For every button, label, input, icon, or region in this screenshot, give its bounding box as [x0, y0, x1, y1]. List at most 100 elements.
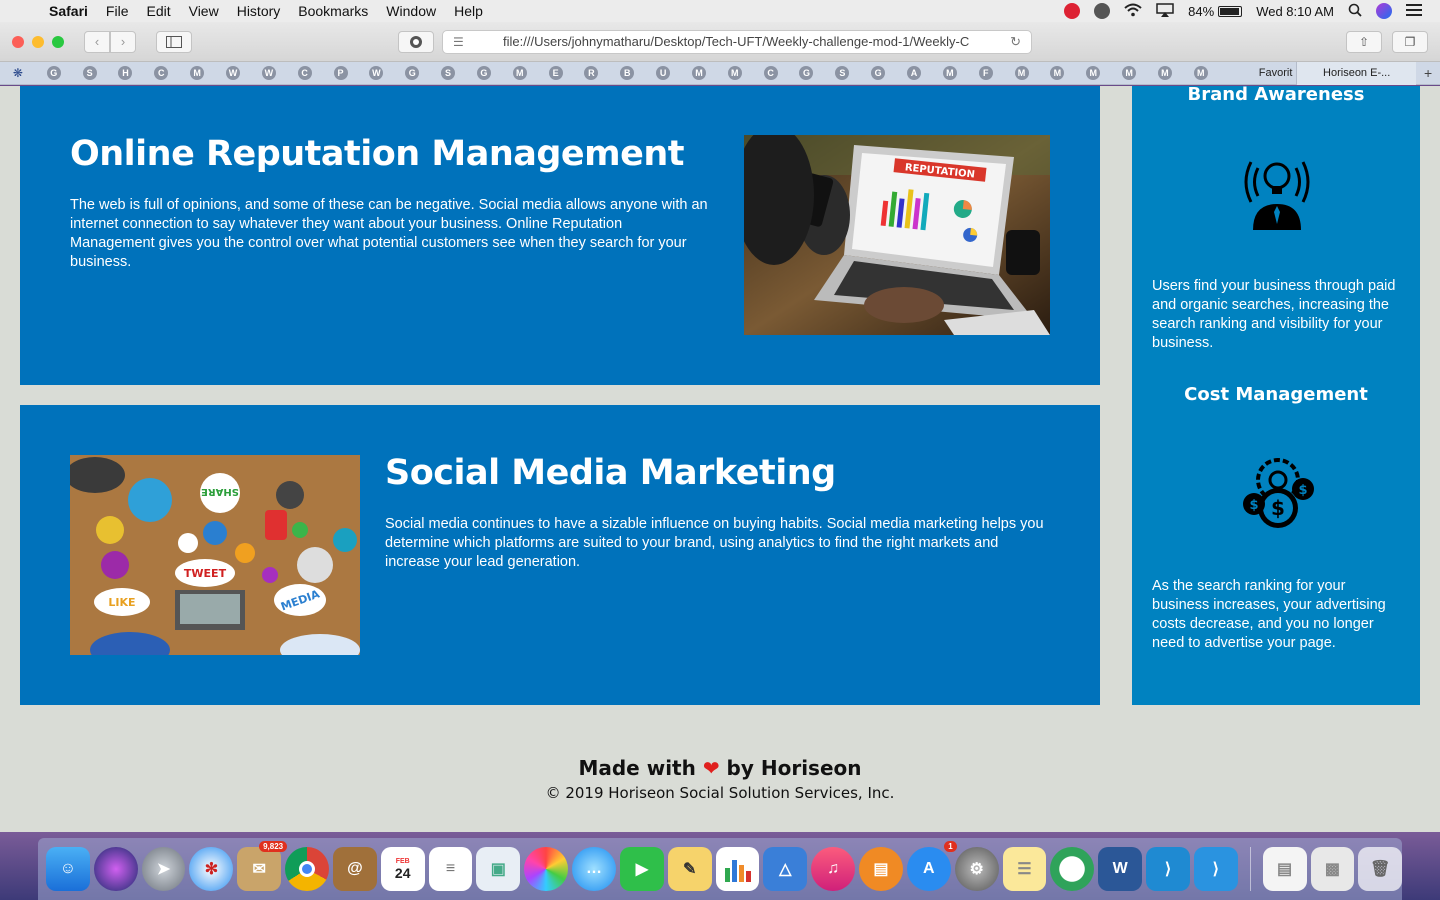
sync-icon[interactable] [1094, 3, 1111, 19]
bookmark-item[interactable]: G [36, 66, 72, 80]
safari-dock-icon[interactable]: ✻ [189, 847, 234, 891]
favorites-folder[interactable]: Favorit [1227, 67, 1297, 79]
bookmark-item[interactable]: M [681, 66, 717, 80]
share-button[interactable]: ⇧ [1346, 30, 1382, 53]
minimize-window-button[interactable] [32, 35, 44, 48]
photos-icon[interactable] [524, 847, 569, 891]
app-store-icon[interactable]: A1 [906, 841, 957, 891]
finder-icon[interactable]: ☺ [46, 847, 90, 891]
reminders-icon[interactable]: ≡ [428, 847, 473, 891]
sidebar-toggle-button[interactable] [156, 30, 192, 53]
airplay-icon[interactable] [1156, 2, 1174, 20]
brand-awareness-body: Users find your business through paid an… [1152, 278, 1396, 351]
menu-help[interactable]: Help [445, 3, 492, 19]
numbers-icon[interactable] [715, 847, 760, 891]
downloads-stack-icon[interactable]: ▩ [1310, 847, 1355, 891]
word-icon[interactable]: W [1098, 847, 1143, 891]
bookmark-item[interactable]: G [789, 66, 825, 80]
bookmark-item[interactable]: E [538, 66, 574, 80]
chrome-icon[interactable] [285, 847, 329, 891]
menu-file[interactable]: File [97, 3, 138, 19]
forward-button[interactable]: › [110, 30, 136, 53]
bookmark-item[interactable]: M [717, 66, 753, 80]
extension-button[interactable] [398, 30, 434, 53]
bookmark-item[interactable]: M [1075, 66, 1111, 80]
bookmark-item[interactable]: M [1039, 66, 1075, 80]
menu-window[interactable]: Window [377, 3, 445, 19]
spotlight-icon[interactable] [1348, 3, 1362, 20]
vscode-insiders-icon[interactable]: ⟩ [1193, 847, 1238, 891]
keynote-icon[interactable]: △ [763, 847, 808, 891]
messages-icon[interactable]: … [572, 847, 616, 891]
bookmark-item[interactable]: U [645, 66, 681, 80]
clock[interactable]: Wed 8:10 AM [1256, 4, 1334, 19]
bookmark-item[interactable]: S [72, 66, 108, 80]
vscode-icon[interactable]: ⟩ [1146, 847, 1190, 891]
notes-app-icon[interactable]: ✎ [667, 847, 712, 891]
preview-icon[interactable]: ▣ [476, 847, 521, 891]
reader-icon[interactable]: ☰ [453, 35, 503, 49]
menu-history[interactable]: History [228, 3, 290, 19]
bookmark-item[interactable]: B [609, 66, 645, 80]
reload-icon[interactable]: ↻ [1010, 34, 1021, 50]
facetime-icon[interactable]: ▶ [619, 847, 664, 891]
bookmark-item[interactable]: M [1183, 66, 1219, 80]
bookmark-item[interactable]: G [394, 66, 430, 80]
music-icon[interactable]: ♫ [811, 847, 856, 891]
footer-made-prefix: Made with [578, 756, 696, 780]
tabs-overview-button[interactable]: ❐ [1392, 30, 1428, 53]
trash-icon[interactable]: 🗑 [1358, 847, 1403, 891]
creative-cloud-icon[interactable] [1064, 3, 1081, 19]
calendar-icon[interactable]: FEB 24 [380, 847, 425, 891]
launchpad-icon[interactable]: ➤ [141, 847, 186, 891]
bookmark-item[interactable]: R [574, 66, 610, 80]
bookmark-item[interactable]: M [1004, 66, 1040, 80]
address-bar[interactable]: ☰ file:///Users/johnymatharu/Desktop/Tec… [442, 29, 1032, 54]
nav-buttons: ‹ › [84, 30, 136, 53]
siri-dock-icon[interactable] [93, 847, 138, 891]
stickies-icon[interactable]: ☰ [1002, 847, 1047, 891]
bookmark-item[interactable]: M [932, 66, 968, 80]
url-text[interactable]: file:///Users/johnymatharu/Desktop/Tech-… [503, 34, 1010, 49]
bookmark-item[interactable]: F [968, 66, 1004, 80]
bookmark-item[interactable]: G [466, 66, 502, 80]
new-tab-button[interactable]: + [1416, 65, 1440, 81]
bookmark-item[interactable]: M [502, 66, 538, 80]
books-icon[interactable]: ▤ [859, 847, 903, 891]
battery-indicator[interactable]: 84% [1188, 4, 1243, 19]
system-preferences-icon[interactable]: ⚙ [954, 847, 999, 891]
contacts-icon[interactable]: @ [332, 847, 377, 891]
bookmark-item[interactable]: S [430, 66, 466, 80]
siri-icon[interactable] [1376, 3, 1392, 19]
menu-view[interactable]: View [180, 3, 228, 19]
bookmark-item[interactable]: W [251, 66, 287, 80]
menu-bookmarks[interactable]: Bookmarks [289, 3, 377, 19]
menu-app-name[interactable]: Safari [40, 3, 97, 19]
bookmark-item[interactable]: M [1147, 66, 1183, 80]
menu-edit[interactable]: Edit [137, 3, 179, 19]
browser-tab[interactable]: Horiseon E-... [1296, 61, 1416, 85]
bookmark-item[interactable]: S [824, 66, 860, 80]
bookmark-item[interactable]: P [323, 66, 359, 80]
bookmark-item[interactable]: G [860, 66, 896, 80]
bookmark-item[interactable]: W [358, 66, 394, 80]
bookmark-item[interactable]: M [1111, 66, 1147, 80]
bookmark-sidebar-icon[interactable]: ❋ [0, 66, 36, 80]
bookmark-item[interactable]: M [179, 66, 215, 80]
document-stack-icon[interactable]: ▤ [1262, 847, 1307, 891]
bookmark-item[interactable]: W [215, 66, 251, 80]
footer-copyright: © 2019 Horiseon Social Solution Services… [545, 784, 895, 802]
back-button[interactable]: ‹ [84, 30, 110, 53]
bookmark-item[interactable]: A [896, 66, 932, 80]
whatsapp-icon[interactable] [1050, 847, 1095, 891]
bookmark-item[interactable]: C [143, 66, 179, 80]
smm-body: Social media continues to have a sizable… [385, 516, 1044, 570]
close-window-button[interactable] [12, 35, 24, 48]
notification-center-icon[interactable] [1406, 3, 1422, 19]
zoom-window-button[interactable] [52, 35, 64, 48]
bookmark-item[interactable]: C [753, 66, 789, 80]
mail-app-icon[interactable]: ✉ 9,823 [237, 841, 288, 891]
bookmark-item[interactable]: H [108, 66, 144, 80]
bookmark-item[interactable]: C [287, 66, 323, 80]
wifi-icon[interactable] [1124, 3, 1142, 20]
